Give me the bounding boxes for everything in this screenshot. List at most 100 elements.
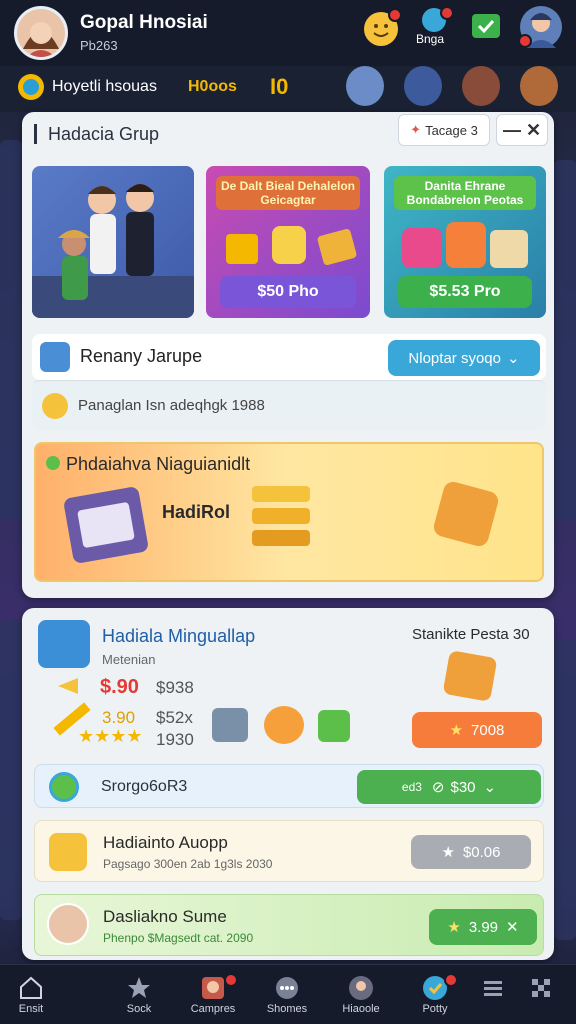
gift-box-icon [402, 228, 442, 268]
group-panel: Hadacia Grup ✦ Tacage 3 — ✕ De Dalt Biea… [22, 112, 554, 598]
arrow-icon [58, 678, 78, 694]
user-icon[interactable] [518, 6, 562, 48]
promo-card-image[interactable] [32, 166, 194, 318]
group-icon [40, 342, 70, 372]
shop-row-b-sub: Pagsago 300en 2ab 1g3ls 2030 [103, 857, 273, 871]
nav-campaign[interactable]: Campres [178, 971, 248, 1015]
price-alt: 3.90 [102, 708, 136, 727]
shop-row-c[interactable]: Dasliakno Sume Phenpo $Magsedt cat. 2090… [34, 894, 544, 956]
settings-row-label: Renany Jarupe [80, 346, 203, 366]
gift-box-icon [446, 222, 486, 268]
promo-card-2[interactable]: De Dalt Bieal Dehalelon Geicagtar $50 Ph… [206, 166, 370, 318]
level-count: I0 [270, 74, 289, 99]
feature-banner-label: HadiRol [162, 502, 231, 522]
shop-panel: Hadiala Minguallap Metenian Stanikte Pes… [22, 608, 554, 960]
shop-row-b-button[interactable]: ★ $0.06 [411, 835, 531, 869]
ticket-icon [316, 228, 358, 266]
coin-icon [42, 393, 68, 419]
header-subtitle: Pb263 [80, 38, 118, 53]
stop-icon: ⊘ [431, 779, 445, 796]
bell-icon[interactable] [422, 6, 454, 32]
cash-register-icon [62, 485, 150, 565]
shop-row-c-title: Dasliakno Sume [103, 907, 227, 926]
avatar [47, 903, 89, 945]
settings-row[interactable]: Renany Jarupe Nloptar syoqo ⌄ [32, 334, 546, 380]
feature-banner-title: Phdaiahva Niaguianidlt [66, 454, 251, 474]
feature-banner[interactable]: Phdaiahva Niaguianidlt HadiRol [34, 442, 544, 582]
star-icon: ★ [441, 844, 455, 861]
sprout-icon [318, 710, 350, 742]
logo-icon [18, 74, 44, 100]
promo-card-3-title: Danita Ehrane Bondabrelon Peotas [394, 176, 536, 210]
ticket-icon[interactable] [472, 14, 500, 38]
settings-dropdown[interactable]: Nloptar syoqo ⌄ [388, 340, 540, 376]
orange-buy-button[interactable]: ★ 7008 [412, 712, 542, 748]
friend-avatar-3[interactable] [462, 66, 500, 106]
leaf-icon [46, 456, 60, 470]
bottom-nav: Ensit Sock Campres Shomes Hiaoole Potty [0, 964, 576, 1024]
bell-label: Bnga [416, 32, 445, 46]
shop-row-c-button[interactable]: ★ 3.99 ✕ [429, 909, 537, 945]
app-header: Gopal Hnosiai Pb263 Bnga [0, 0, 576, 66]
price-line-1: $938 [156, 678, 194, 697]
pencil-icon [49, 772, 79, 802]
shop-row-b[interactable]: Hadiainto Auopp Pagsago 300en 2ab 1g3ls … [34, 820, 544, 882]
promo-card-2-button[interactable]: $50 Pho [220, 276, 356, 308]
chat-bubble-icon [264, 706, 304, 744]
gift-box-icon [490, 230, 528, 268]
menu-icon [484, 981, 502, 996]
price-line-3: 1930 [156, 730, 194, 749]
header-title: Gopal Hnosiai [80, 12, 208, 33]
friend-avatar-1[interactable] [346, 66, 384, 106]
grid-icon [532, 979, 550, 997]
star-icon [128, 977, 150, 998]
shop-row-c-sub: Phenpo $Magsedt cat. 2090 [103, 931, 254, 945]
close-icon: ✕ [506, 919, 519, 936]
campaign-icon [202, 977, 224, 999]
shop-panel-right-label: Stanikte Pesta 30 [412, 626, 530, 643]
profile-avatar[interactable] [14, 6, 68, 60]
star-icon: ★ [449, 722, 464, 739]
star-icon: ★ [447, 919, 461, 936]
shop-row-a[interactable]: Srorgo6oR3 ed3 ⊘ $30 ⌄ [34, 764, 544, 808]
close-button[interactable]: — ✕ [496, 114, 548, 146]
nav-profile[interactable]: Hiaoole [326, 971, 396, 1015]
tool-icon [212, 708, 248, 742]
shop-row-a-button[interactable]: ed3 ⊘ $30 ⌄ [357, 770, 541, 804]
promo-card-3[interactable]: Danita Ehrane Bondabrelon Peotas $5.53 P… [384, 166, 546, 318]
home-icon [20, 976, 42, 999]
coin-icon [49, 833, 87, 871]
star-rating: ★★★★ [78, 726, 143, 746]
coin-balance: H0oos [188, 78, 237, 95]
trophy-icon [272, 226, 306, 264]
promo-card-3-button[interactable]: $5.53 Pro [398, 276, 532, 308]
info-row: Panaglan Isn adeqhgk 1988 [32, 380, 546, 430]
shop-row-a-label: Srorgo6oR3 [101, 778, 188, 795]
package-tab-label: Tacage 3 [425, 122, 478, 138]
old-price: $.90 [100, 676, 139, 698]
close-icon: — ✕ [502, 119, 542, 140]
nav-grid[interactable] [506, 971, 576, 1003]
chat-icon [276, 977, 298, 999]
emoji-icon[interactable] [364, 8, 402, 46]
shop-panel-subtitle: Metenian [102, 652, 156, 667]
chevron-down-icon: ⌄ [483, 779, 497, 796]
puzzle-icon: ✦ [410, 122, 422, 137]
price-line-2: $52x [156, 708, 193, 727]
friend-avatar-4[interactable] [520, 66, 558, 106]
shop-icon [38, 620, 90, 668]
nav-home[interactable]: Ensit [0, 971, 66, 1015]
nav-star[interactable]: Sock [104, 971, 174, 1015]
panel-title: Hadacia Grup [48, 124, 160, 144]
package-tab[interactable]: ✦ Tacage 3 [398, 114, 490, 146]
stack-icon [252, 486, 310, 548]
profile-icon [349, 976, 373, 1000]
gift-icon [226, 234, 258, 264]
promo-card-2-title: De Dalt Bieal Dehalelon Geicagtar [216, 176, 360, 210]
friend-avatar-2[interactable] [404, 66, 442, 106]
chevron-down-icon: ⌄ [506, 350, 520, 367]
sub-bar-name: Hoyetli hsouas [52, 78, 157, 95]
nav-chat[interactable]: Shomes [252, 971, 322, 1015]
badge-icon [431, 479, 501, 549]
info-row-label: Panaglan Isn adeqhgk 1988 [78, 397, 265, 414]
